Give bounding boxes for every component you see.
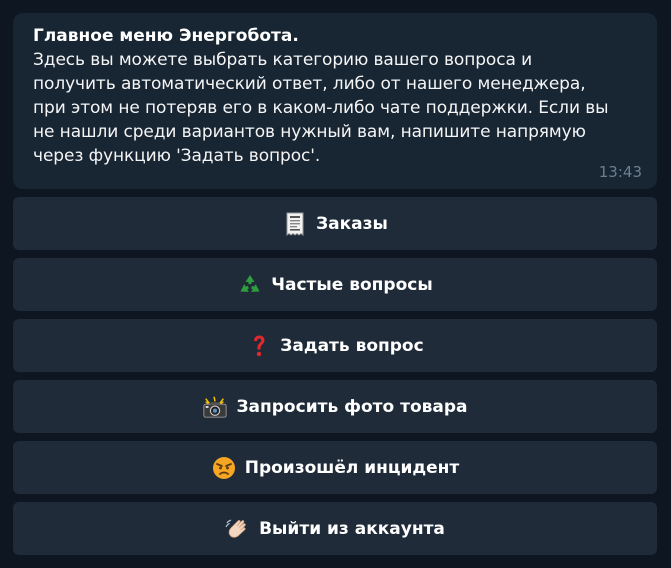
bot-message: Главное меню Энергобота. Здесь вы можете…	[13, 13, 657, 189]
message-text: Здесь вы можете выбрать категорию вашего…	[33, 50, 609, 166]
incident-button[interactable]: Произошёл инцидент	[13, 441, 657, 494]
message-title: Главное меню Энергобота.	[33, 26, 299, 46]
orders-button-label: Заказы	[316, 213, 388, 234]
ask-question-button[interactable]: Задать вопрос	[13, 319, 657, 372]
orders-button[interactable]: Заказы	[13, 197, 657, 250]
faq-button[interactable]: Частые вопросы	[13, 258, 657, 311]
ask-question-button-label: Задать вопрос	[280, 335, 424, 356]
receipt-icon	[282, 211, 308, 237]
angry-face-icon	[211, 455, 237, 481]
request-photo-button[interactable]: Запросить фото товара	[13, 380, 657, 433]
logout-button[interactable]: Выйти из аккаунта	[13, 502, 657, 555]
logout-button-label: Выйти из аккаунта	[259, 518, 445, 539]
faq-button-label: Частые вопросы	[271, 274, 433, 295]
waving-hand-icon	[225, 516, 251, 542]
recycle-icon	[237, 272, 263, 298]
incident-button-label: Произошёл инцидент	[244, 457, 460, 478]
red-question-mark-icon	[246, 333, 272, 359]
request-photo-button-label: Запросить фото товара	[236, 396, 468, 417]
message-timestamp: 13:43	[598, 163, 642, 181]
camera-flash-icon	[202, 394, 228, 420]
